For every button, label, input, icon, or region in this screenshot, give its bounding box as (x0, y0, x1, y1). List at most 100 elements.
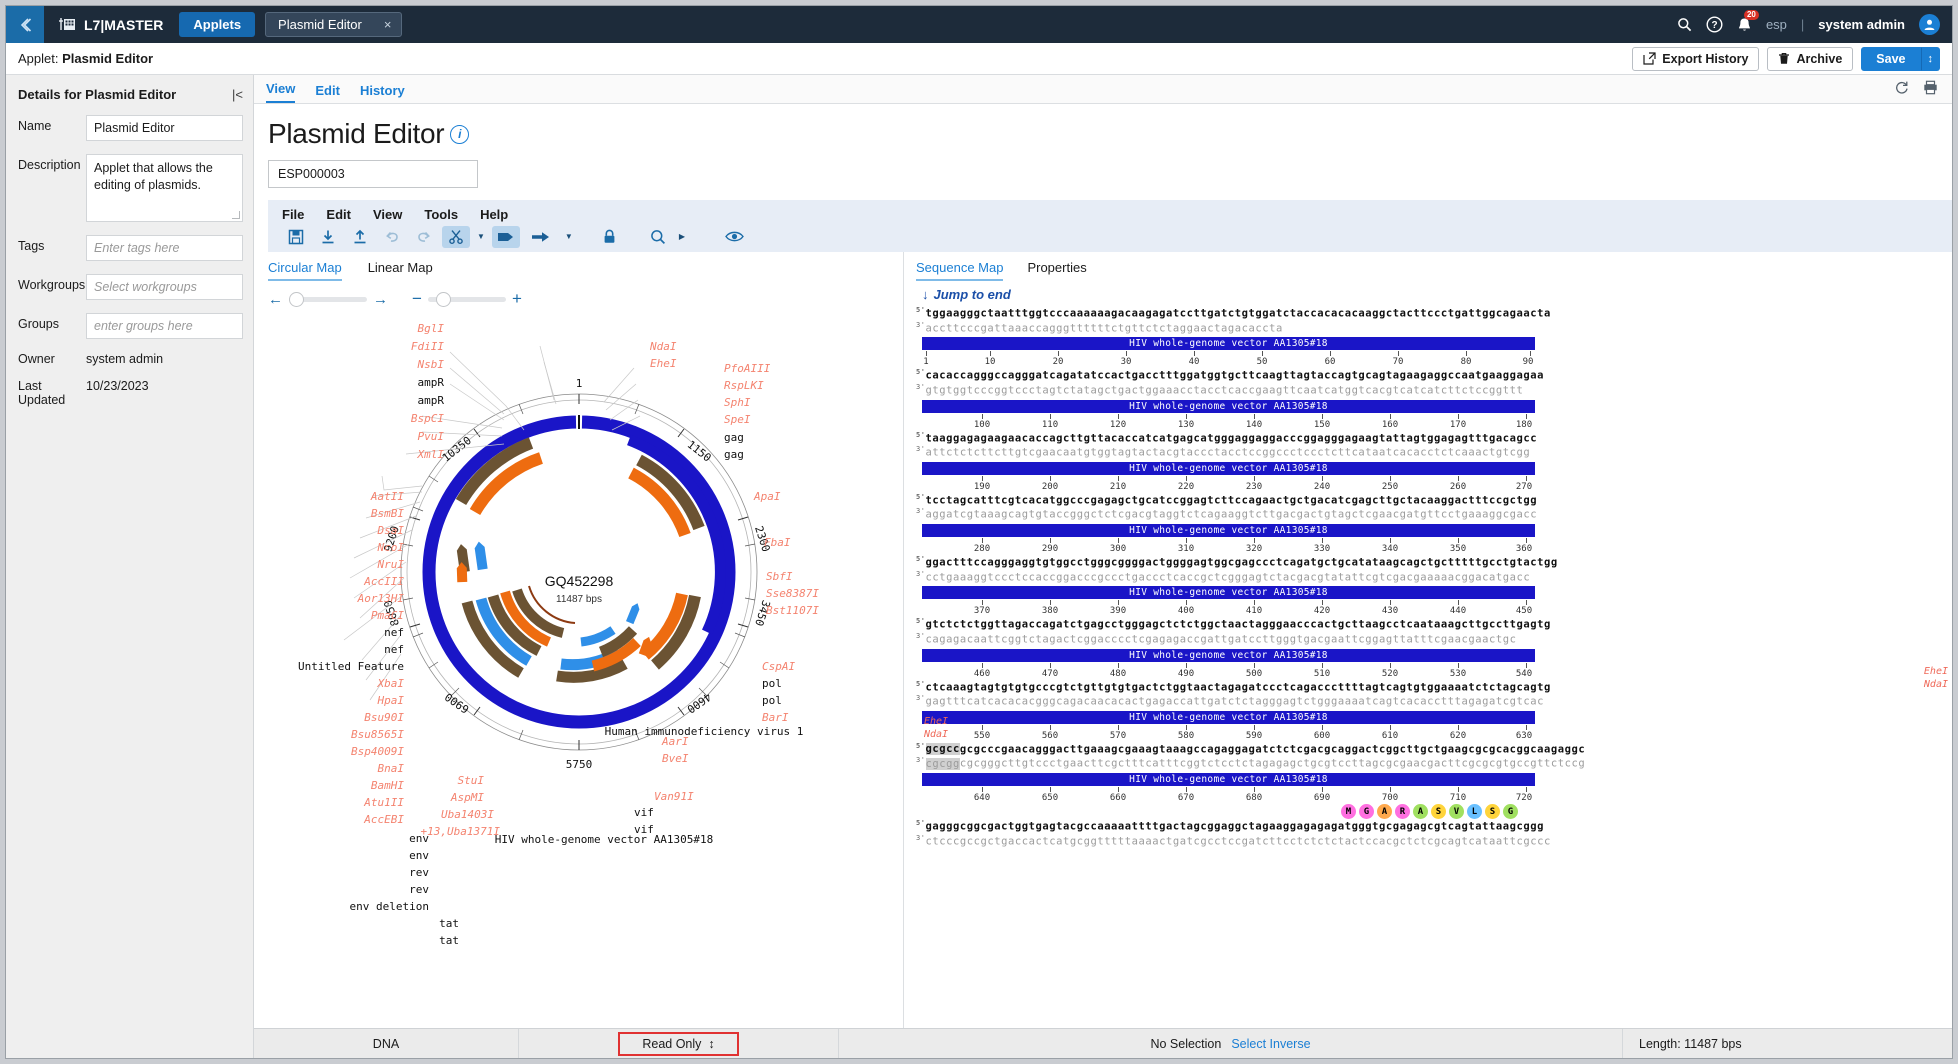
sequence-line-reverse[interactable]: 3'cctgaaaggtccctccaccggacccgccctgaccctca… (916, 570, 1952, 585)
collapse-panel-icon[interactable]: |< (232, 87, 243, 102)
tab-edit[interactable]: Edit (315, 83, 340, 103)
circular-plasmid-map[interactable]: 1 1150 2300 3450 4600 5750 6900 8050 920… (254, 310, 904, 950)
amino-acid: A (1377, 804, 1392, 819)
sequence-block[interactable]: 5'gtctctctggttagaccagatctgagcctgggagctct… (916, 617, 1952, 678)
download-icon[interactable] (314, 226, 342, 248)
sequence-block[interactable]: M G A R A S V L S G 5'gagggcggcgactggtga… (916, 804, 1952, 848)
arrow-right-icon[interactable]: → (373, 291, 388, 308)
redo-icon[interactable] (410, 226, 438, 248)
map-label-enz: BamHI (371, 779, 404, 792)
sequence-line-forward[interactable]: 5'ggactttccagggaggtgtggcctgggcggggactggg… (916, 555, 1952, 570)
applets-nav-button[interactable]: Applets (179, 12, 256, 37)
sequence-line-reverse[interactable]: 3'accttcccgattaaaccagggttttttctgttctctag… (916, 321, 1952, 336)
tags-input[interactable]: Enter tags here (86, 235, 243, 261)
select-inverse-link[interactable]: Select Inverse (1231, 1037, 1310, 1051)
zoom-slider-knob[interactable] (435, 291, 451, 307)
menu-help[interactable]: Help (480, 207, 508, 222)
info-icon[interactable]: i (450, 124, 470, 144)
archive-button[interactable]: Archive (1767, 46, 1854, 71)
close-icon[interactable]: × (384, 17, 392, 32)
lock-icon[interactable] (596, 226, 624, 248)
export-history-button[interactable]: Export History (1632, 46, 1760, 71)
sequence-line-reverse[interactable]: 3'ctcccgccgctgaccactcatgcggtttttaaaactga… (916, 834, 1952, 849)
feature-bar[interactable]: HIV whole-genome vector AA1305#18 (922, 773, 1535, 786)
sequence-line-forward[interactable]: 5'gcgccgcgcccgaacagggacttgaaagcgaaagtaaa… (916, 742, 1952, 757)
feature-icon[interactable] (491, 225, 520, 248)
zoom-out-button[interactable]: − (412, 289, 422, 309)
open-applet-tab[interactable]: Plasmid Editor × (265, 12, 403, 37)
menu-file[interactable]: File (282, 207, 304, 222)
arrow-left-icon[interactable]: ← (268, 291, 283, 308)
bell-icon[interactable]: 20 (1737, 9, 1759, 33)
menu-edit[interactable]: Edit (326, 207, 351, 222)
feature-bar[interactable]: HIV whole-genome vector AA1305#18 (922, 648, 1535, 662)
zoom-slider[interactable] (427, 291, 506, 307)
save-dropdown-button[interactable]: ↕ (1920, 46, 1940, 71)
feature-bar[interactable]: HIV whole-genome vector AA1305#18 (922, 524, 1535, 537)
sequence-line-forward[interactable]: 5'tggaagggctaatttggtcccaaaaaagacaagagatc… (916, 306, 1952, 321)
name-input[interactable]: Plasmid Editor (86, 115, 243, 141)
read-only-toggle[interactable]: Read Only ↕ (618, 1031, 739, 1056)
sequence-line-reverse[interactable]: 3'gagtttcatcacacacgggcagacaacacactgagacc… (916, 694, 1952, 709)
tab-sequence-map[interactable]: Sequence Map (916, 260, 1004, 281)
help-icon[interactable]: ? (1706, 16, 1723, 33)
menu-view[interactable]: View (373, 207, 402, 222)
cut-dropdown-caret[interactable]: ▼ (474, 232, 488, 241)
workgroups-select[interactable]: Select workgroups (86, 274, 243, 300)
sequence-selection-highlight-reverse[interactable]: cgcgg (925, 757, 960, 770)
sequence-line-reverse[interactable]: 3'aggatcgtaaagcagtgtaccgggctctcgacgtaggt… (916, 507, 1952, 522)
rotation-slider-knob[interactable] (289, 291, 304, 307)
feature-bar[interactable]: HIV whole-genome vector AA1305#18 (922, 399, 1535, 413)
feature-bar[interactable]: HIV whole-genome vector AA1305#18 (922, 710, 1535, 724)
sequence-selection-highlight[interactable]: gcgcc (925, 743, 960, 756)
jump-to-end-link[interactable]: ↓ Jump to end (904, 281, 1952, 306)
refresh-icon[interactable] (1894, 80, 1909, 98)
sequence-block[interactable]: 5'cacaccagggccagggatcagatatccactgacctttg… (916, 368, 1952, 429)
sequence-block[interactable]: 5'ggactttccagggaggtgtggcctgggcggggactggg… (916, 555, 1952, 616)
tab-properties[interactable]: Properties (1027, 260, 1086, 281)
record-id-input[interactable]: ESP000003 (268, 160, 478, 188)
undo-icon[interactable] (378, 226, 406, 248)
sequence-line-forward[interactable]: 5'tcctagcatttcgtcacatggcccgagagctgcatccg… (916, 493, 1952, 508)
sequence-line-reverse[interactable]: 3'cagagacaattcggtctagactcggacccctcgagaga… (916, 632, 1952, 647)
sequence-block[interactable]: 5'taaggagagaagaacaccagcttgttacaccatcatga… (916, 431, 1952, 492)
sequence-block[interactable]: EheI NdaI 5'gcgccgcgcccgaacagggacttgaaag… (916, 716, 1952, 803)
feature-bar[interactable]: HIV whole-genome vector AA1305#18 (922, 586, 1535, 600)
sequence-block[interactable]: 5'tcctagcatttcgtcacatggcccgagagctgcatccg… (916, 493, 1952, 554)
back-button[interactable] (6, 6, 44, 43)
description-textarea[interactable]: Applet that allows the editing of plasmi… (86, 154, 243, 222)
visibility-icon[interactable] (720, 226, 748, 248)
tab-view[interactable]: View (266, 81, 296, 103)
tab-circular-map[interactable]: Circular Map (268, 260, 342, 281)
tab-history[interactable]: History (360, 83, 405, 103)
save-button[interactable]: Save (1861, 46, 1921, 71)
search-dropdown-caret[interactable]: ▶ (676, 232, 688, 241)
go-to-icon[interactable] (524, 226, 558, 248)
sequence-scroll-area[interactable]: 5'tggaagggctaatttggtcccaaaaaagacaagagatc… (904, 306, 1952, 848)
tab-linear-map[interactable]: Linear Map (368, 260, 433, 281)
sequence-line-reverse[interactable]: 3'attctctcttcttgtcgaacaatgtggtagtactacgt… (916, 445, 1952, 460)
upload-icon[interactable] (346, 226, 374, 248)
feature-bar[interactable]: HIV whole-genome vector AA1305#18 (922, 337, 1535, 351)
groups-input[interactable]: enter groups here (86, 313, 243, 339)
sequence-line-forward[interactable]: 5'ctcaaagtagtgtgtgcccgtctgttgtgtgactctgg… (916, 680, 1952, 695)
go-to-dropdown-caret[interactable]: ▼ (562, 232, 576, 241)
sequence-line-forward[interactable]: 5'gagggcggcgactggtgagtacgccaaaaattttgact… (916, 819, 1952, 834)
sequence-line-reverse[interactable]: 3'cgcggcgcgggcttgtccctgaacttcgctttcatttc… (916, 756, 1952, 771)
sequence-line-forward[interactable]: 5'taaggagagaagaacaccagcttgttacaccatcatga… (916, 431, 1952, 446)
search-icon[interactable] (644, 226, 672, 248)
cut-icon[interactable] (442, 225, 470, 248)
save-icon[interactable] (282, 226, 310, 248)
sequence-line-forward[interactable]: 5'cacaccagggccagggatcagatatccactgacctttg… (916, 368, 1952, 383)
sequence-line-forward[interactable]: 5'gtctctctggttagaccagatctgagcctgggagctct… (916, 617, 1952, 632)
zoom-in-button[interactable]: + (512, 289, 522, 309)
sequence-line-reverse[interactable]: 3'gtgtggtcccggtccctagtctatagctgactggaaac… (916, 383, 1952, 398)
menu-tools[interactable]: Tools (424, 207, 458, 222)
sequence-block[interactable]: 5'tggaagggctaatttggtcccaaaaaagacaagagatc… (916, 306, 1952, 367)
rotation-slider[interactable] (289, 291, 367, 307)
sequence-block[interactable]: EheI NdaI 5'ctcaaagtagtgtgtgcccgtctgttgt… (916, 666, 1952, 741)
search-icon[interactable] (1677, 17, 1692, 32)
print-icon[interactable] (1923, 80, 1938, 98)
feature-bar[interactable]: HIV whole-genome vector AA1305#18 (922, 461, 1535, 475)
avatar[interactable] (1919, 14, 1940, 35)
